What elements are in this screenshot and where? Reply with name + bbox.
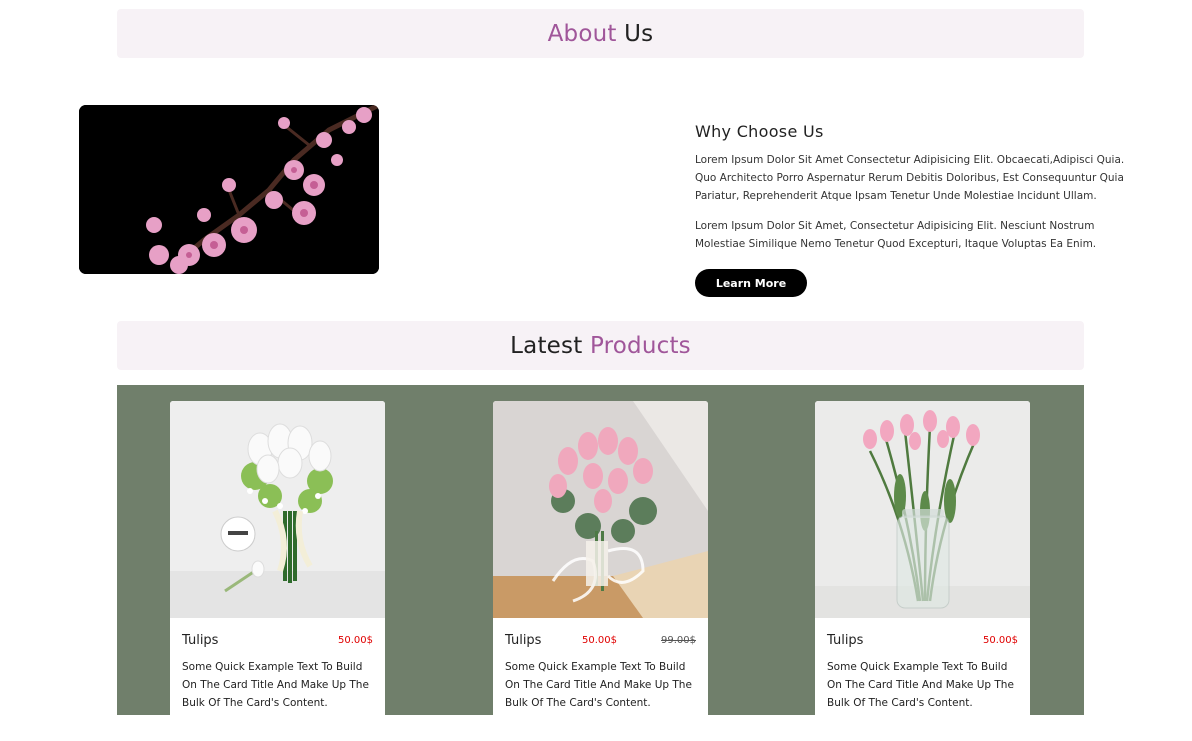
why-paragraph-1: Lorem Ipsum Dolor Sit Amet Consectetur A… — [695, 154, 1125, 202]
cherry-blossom-image — [79, 105, 379, 274]
product-prices: 50.00$ 99.00$ — [582, 635, 696, 646]
product-old-price: 99.00$ — [661, 634, 696, 646]
about-us-banner: About Us — [117, 9, 1084, 58]
about-heading-rest: Us — [616, 20, 654, 47]
product-title: Tulips — [182, 632, 219, 648]
why-choose-us: Why Choose Us Lorem Ipsum Dolor Sit Amet… — [695, 122, 1135, 297]
product-price: 50.00$ — [338, 634, 373, 646]
about-heading-accent: About — [547, 20, 617, 47]
product-price: 50.00$ — [582, 634, 617, 646]
pink-tulips-vase-image — [815, 401, 1030, 618]
products-panel: Tulips 50.00$ Some Quick Example Text To… — [117, 385, 1084, 741]
pink-tulip-bouquet-image — [493, 401, 708, 618]
why-paragraph-2: Lorem Ipsum Dolor Sit Amet, Consectetur … — [695, 220, 1097, 250]
product-description: Some Quick Example Text To Build On The … — [505, 661, 692, 709]
why-title: Why Choose Us — [695, 122, 824, 141]
product-price: 50.00$ — [983, 634, 1018, 646]
product-card[interactable]: Tulips 50.00$ 99.00$ Some Quick Example … — [493, 401, 708, 741]
products-heading-lead: Latest — [510, 332, 590, 359]
product-description: Some Quick Example Text To Build On The … — [827, 661, 1014, 709]
white-tulip-bouquet-image — [170, 401, 385, 618]
learn-more-button[interactable]: Learn More — [695, 269, 807, 297]
product-title: Tulips — [505, 632, 542, 648]
product-description: Some Quick Example Text To Build On The … — [182, 661, 369, 709]
product-card[interactable]: Tulips 50.00$ Some Quick Example Text To… — [815, 401, 1030, 741]
product-card[interactable]: Tulips 50.00$ Some Quick Example Text To… — [170, 401, 385, 741]
products-heading-accent: Products — [589, 332, 691, 359]
product-title: Tulips — [827, 632, 864, 648]
latest-products-banner: Latest Products — [117, 321, 1084, 370]
